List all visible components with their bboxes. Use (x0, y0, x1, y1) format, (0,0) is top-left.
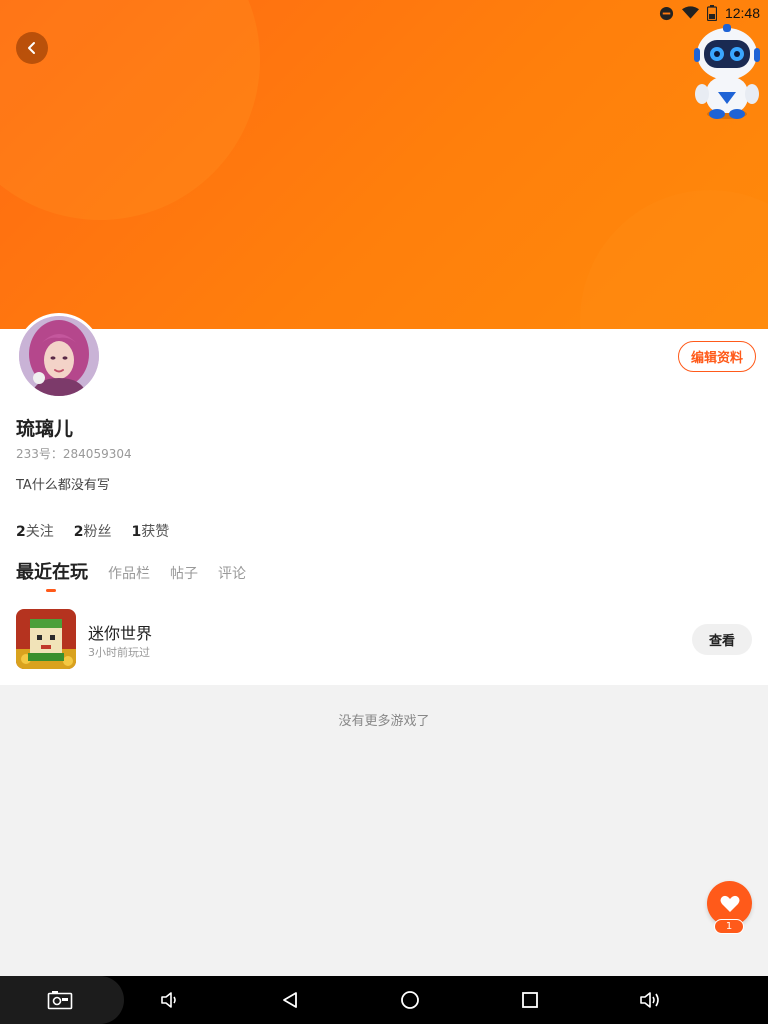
wifi-icon (681, 6, 699, 20)
avatar[interactable] (16, 313, 102, 399)
stat-count: 2 (16, 524, 26, 540)
user-bio: TA什么都没有写 (16, 478, 110, 493)
robot-mascot-icon[interactable] (688, 22, 766, 122)
chevron-left-icon (28, 42, 35, 54)
battery-icon (706, 5, 717, 21)
user-id: 233号：284059304 (16, 447, 132, 461)
heart-icon (720, 895, 739, 912)
back-triangle-icon[interactable] (276, 986, 304, 1014)
edit-profile-button[interactable]: 编辑资料 (678, 341, 756, 372)
volume-up-icon[interactable] (636, 986, 664, 1014)
status-bar: 12:48 (659, 2, 760, 24)
active-tab-indicator (46, 589, 56, 592)
end-of-list-text: 没有更多游戏了 (338, 714, 430, 729)
banner-decoration (580, 190, 768, 329)
stat-count: 1 (131, 524, 142, 540)
tab-posts[interactable]: 帖子 (170, 563, 198, 583)
recents-square-icon[interactable] (516, 986, 544, 1014)
profile-stats: 2关注 2粉丝 1获赞 (16, 521, 169, 541)
stat-label: 关注 (25, 524, 54, 540)
stat-likes[interactable]: 1获赞 (132, 521, 170, 541)
stat-label: 粉丝 (83, 524, 112, 540)
game-icon[interactable] (16, 609, 76, 669)
game-name: 迷你世界 (88, 624, 153, 643)
do-not-disturb-icon (659, 6, 674, 21)
system-nav-bar (0, 976, 768, 1024)
username: 琉璃儿 (16, 418, 74, 440)
view-game-button[interactable]: 查看 (692, 624, 752, 655)
stat-count: 2 (73, 524, 84, 540)
stat-label: 获赞 (141, 524, 170, 540)
list-item[interactable]: 迷你世界 3小时前玩过 查看 (0, 605, 768, 673)
home-circle-icon[interactable] (396, 986, 424, 1014)
back-button[interactable] (16, 32, 48, 64)
volume-down-icon[interactable] (155, 986, 183, 1014)
status-time: 12:48 (724, 5, 760, 21)
like-count-badge: 1 (714, 919, 744, 934)
tab-works[interactable]: 作品栏 (108, 563, 150, 583)
stat-following[interactable]: 2关注 (16, 521, 54, 541)
tab-recently-played[interactable]: 最近在玩 (16, 558, 88, 584)
stat-followers[interactable]: 2粉丝 (74, 521, 112, 541)
screenshot-icon[interactable] (46, 986, 74, 1014)
profile-banner (0, 0, 768, 329)
game-last-played: 3小时前玩过 (88, 646, 150, 659)
tab-comments[interactable]: 评论 (218, 563, 246, 583)
profile-tabs: 最近在玩 作品栏 帖子 评论 (16, 558, 246, 584)
